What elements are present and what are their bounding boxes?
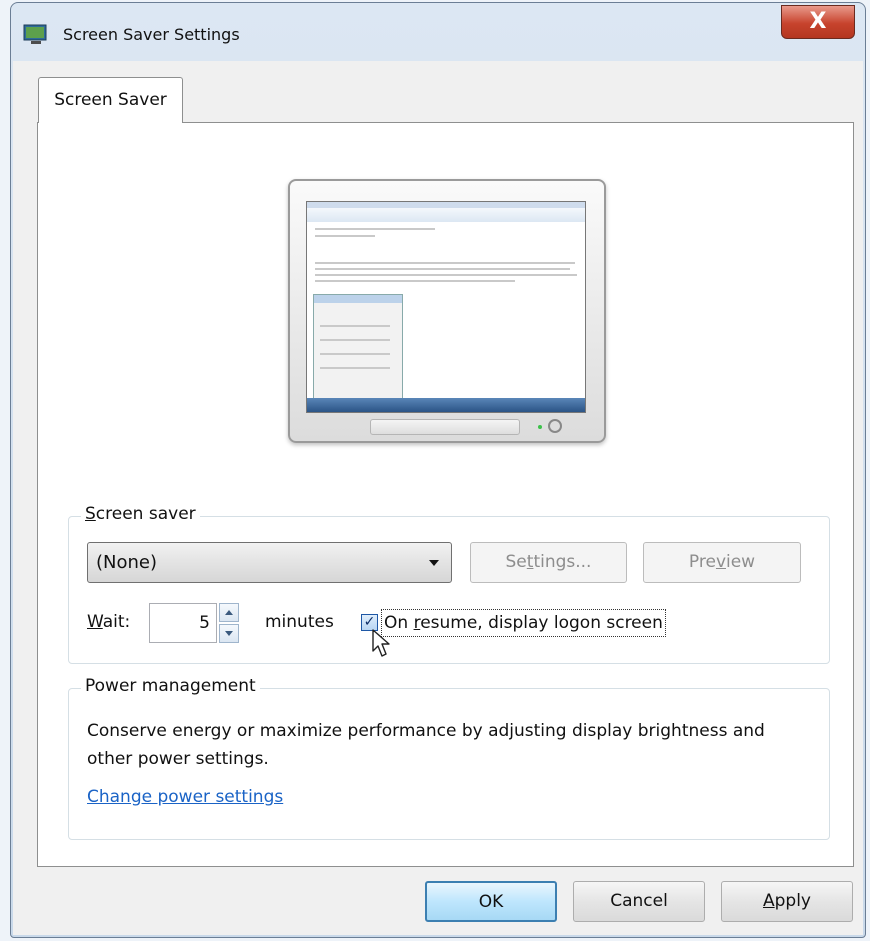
dialog-client-area: Screen Saver Screen saver (None) Setting… — [13, 61, 863, 935]
preview-text-line — [315, 268, 570, 270]
screen-saver-group: Screen saver (None) Settings... Preview … — [68, 504, 830, 664]
preview-text-line — [320, 367, 390, 369]
window-title: Screen Saver Settings — [63, 25, 240, 44]
close-button[interactable]: X — [781, 5, 855, 39]
preview-text-line — [315, 274, 577, 276]
preview-inner-dialog — [313, 294, 403, 400]
power-led-icon — [538, 425, 542, 429]
wait-minutes-input[interactable]: 5 — [149, 603, 217, 643]
preview-text-line — [320, 353, 390, 355]
preview-text-line — [315, 228, 435, 230]
preview-dialog-titlebar — [314, 295, 402, 303]
resume-logon-label[interactable]: On resume, display logon screen — [381, 609, 666, 637]
minutes-label: minutes — [265, 612, 334, 632]
power-description: Conserve energy or maximize performance … — [87, 721, 765, 769]
power-button-icon — [548, 419, 562, 433]
power-management-group: Power management Conserve energy or maxi… — [68, 676, 830, 840]
close-icon: X — [809, 9, 827, 34]
preview-screen — [306, 201, 586, 413]
preview-button[interactable]: Preview — [643, 542, 801, 583]
dialog-window: Screen Saver Settings X Screen Saver Scr… — [10, 2, 866, 938]
preview-text-line — [315, 262, 575, 264]
power-management-group-label: Power management — [81, 676, 260, 696]
mouse-pointer-icon — [372, 629, 390, 657]
preview-text-line — [320, 325, 390, 327]
screen-saver-select[interactable]: (None) — [87, 542, 452, 583]
screen-saver-selected-value: (None) — [96, 552, 158, 573]
screen-saver-group-label: Screen saver — [81, 504, 200, 524]
spin-up-button[interactable] — [219, 603, 239, 622]
screen-saver-app-icon — [23, 24, 47, 44]
arrow-down-icon — [225, 631, 233, 636]
tab-panel: Screen saver (None) Settings... Preview … — [37, 122, 854, 867]
preview-text-line — [315, 280, 515, 282]
arrow-up-icon — [225, 610, 233, 615]
preview-ribbon — [307, 208, 585, 222]
monitor-base — [370, 419, 520, 435]
chevron-down-icon — [429, 560, 439, 566]
ok-button[interactable]: OK — [425, 881, 557, 922]
change-power-settings-link[interactable]: Change power settings — [87, 787, 283, 807]
monitor-preview — [288, 179, 606, 443]
settings-button[interactable]: Settings... — [470, 542, 627, 583]
cancel-button[interactable]: Cancel — [573, 881, 705, 922]
preview-text-line — [320, 339, 390, 341]
wait-label: Wait: — [87, 612, 131, 632]
wait-minutes-spinner[interactable] — [219, 603, 239, 643]
title-bar[interactable]: Screen Saver Settings X — [11, 3, 865, 59]
tab-screen-saver[interactable]: Screen Saver — [38, 77, 183, 123]
apply-button[interactable]: Apply — [721, 881, 853, 922]
preview-taskbar — [307, 398, 585, 412]
spin-down-button[interactable] — [219, 624, 239, 643]
preview-text-line — [315, 235, 375, 237]
